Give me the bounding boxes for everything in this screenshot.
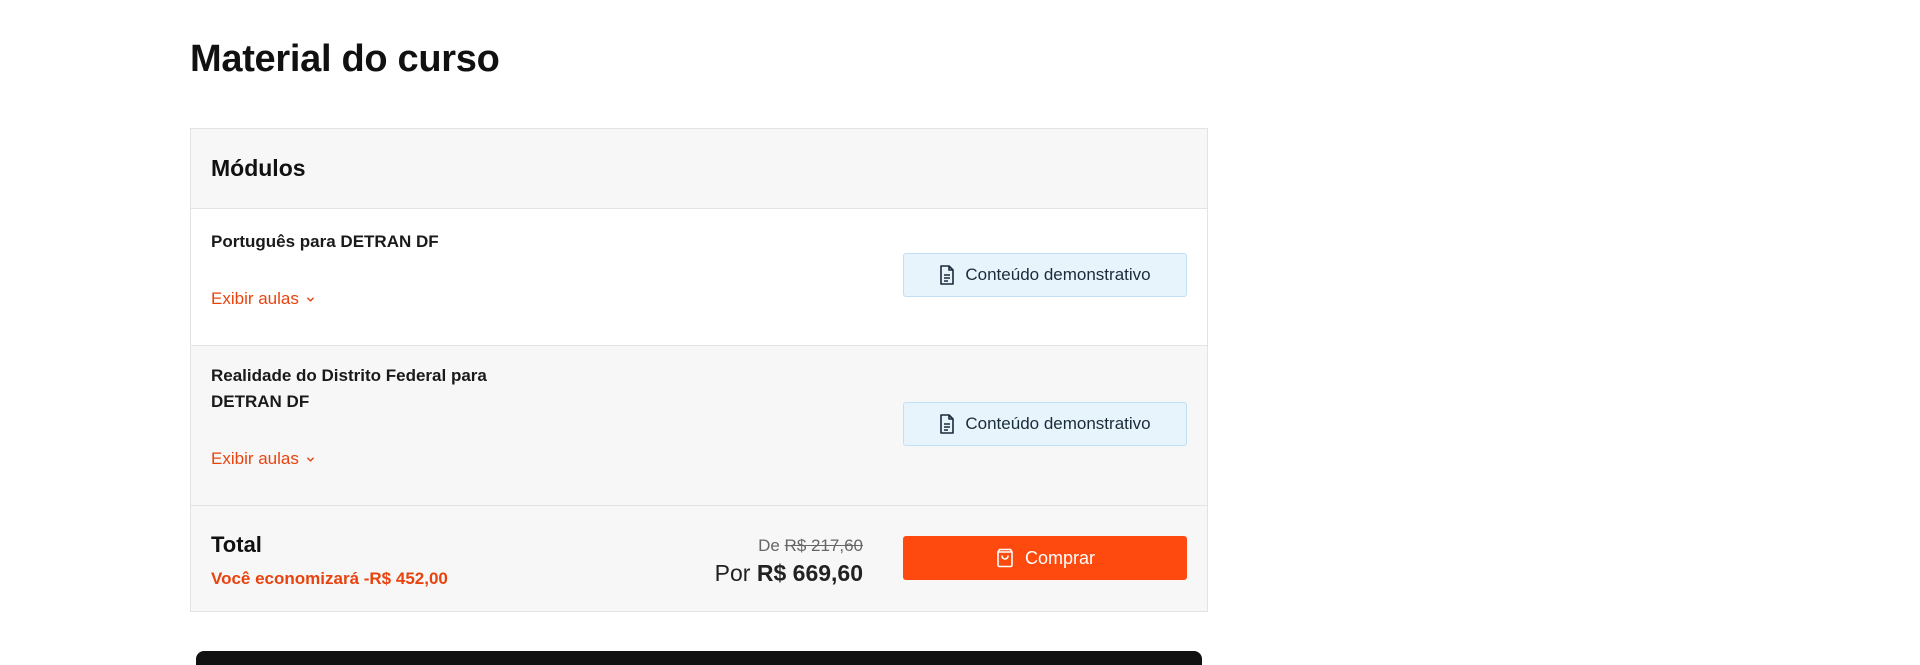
savings-text: Você economizará -R$ 452,00 (211, 569, 448, 588)
page-title: Material do curso (190, 38, 500, 80)
new-price-line: Por R$ 669,60 (715, 558, 863, 588)
total-row: Total Você economizará -R$ 452,00 De R$ … (191, 506, 1207, 611)
modules-header-label: Módulos (211, 155, 306, 181)
price-block: De R$ 217,60 Por R$ 669,60 (715, 536, 863, 588)
module-title: Português para DETRAN DF (211, 232, 439, 251)
old-price-prefix: De (758, 536, 780, 555)
demo-content-button[interactable]: Conteúdo demonstrativo (903, 253, 1187, 297)
module-row: Realidade do Distrito Federal para DETRA… (191, 346, 1207, 506)
total-label: Total (211, 532, 262, 557)
shopping-bag-icon (997, 548, 1013, 568)
module-row: Português para DETRAN DF Exibir aulas Co… (191, 209, 1207, 346)
module-title: Realidade do Distrito Federal para DETRA… (211, 366, 487, 411)
new-price-prefix: Por (714, 560, 751, 586)
modules-header: Módulos (191, 129, 1207, 209)
old-price: R$ 217,60 (784, 536, 863, 555)
next-section-edge (196, 651, 1202, 665)
buy-button[interactable]: Comprar (903, 536, 1187, 580)
demo-content-label: Conteúdo demonstrativo (965, 414, 1151, 433)
document-icon (940, 414, 955, 434)
show-lessons-link[interactable]: Exibir aulas (211, 449, 315, 469)
new-price: R$ 669,60 (756, 560, 863, 586)
demo-content-label: Conteúdo demonstrativo (965, 265, 1151, 284)
document-icon (940, 265, 955, 285)
chevron-down-icon (306, 296, 314, 302)
demo-content-button[interactable]: Conteúdo demonstrativo (903, 402, 1187, 446)
chevron-down-icon (306, 456, 314, 462)
show-lessons-label: Exibir aulas (211, 289, 299, 308)
show-lessons-link[interactable]: Exibir aulas (211, 289, 315, 309)
modules-panel: Módulos Português para DETRAN DF Exibir … (190, 128, 1208, 612)
show-lessons-label: Exibir aulas (211, 449, 299, 468)
buy-button-label: Comprar (1024, 547, 1095, 568)
old-price-line: De R$ 217,60 (715, 536, 863, 556)
